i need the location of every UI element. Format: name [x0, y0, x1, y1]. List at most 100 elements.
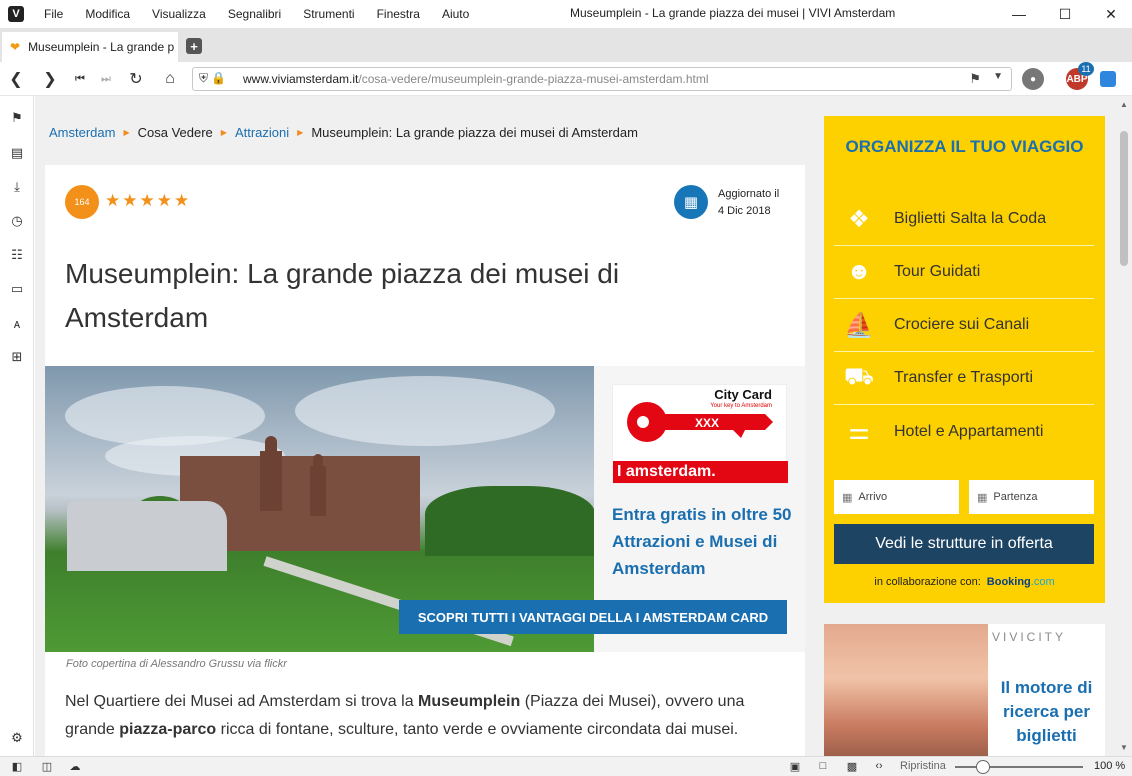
breadcrumb-separator-icon: ▶: [123, 128, 130, 137]
boat-icon: ⛵: [844, 311, 874, 339]
breadcrumb-attrazioni[interactable]: Attrazioni: [235, 125, 289, 140]
address-bar[interactable]: ⛨ 🔒 www.viviamsterdam.it /cosa-vedere/mu…: [192, 67, 1012, 91]
rating-count-badge: 164: [65, 185, 99, 219]
breadcrumb-amsterdam[interactable]: Amsterdam: [49, 125, 115, 140]
breadcrumb: Amsterdam ▶ Cosa Vedere ▶ Attrazioni ▶ M…: [49, 125, 638, 140]
minimize-button[interactable]: —: [996, 0, 1042, 28]
citycard-promo-text[interactable]: Entra gratis in oltre 50 Attrazioni e Mu…: [612, 501, 792, 582]
ad-text: Il motore di ricerca per biglietti: [1000, 678, 1093, 745]
photo-caption: Foto copertina di Alessandro Grussu via …: [66, 658, 287, 670]
cloud-sync-icon[interactable]: ☁: [68, 759, 82, 773]
rewind-icon[interactable]: ⏮: [70, 69, 90, 89]
iamsterdam-card-button[interactable]: SCOPRI TUTTI I VANTAGGI DELLA I AMSTERDA…: [399, 600, 787, 634]
scroll-up-icon[interactable]: ▲: [1120, 100, 1128, 109]
profile-avatar-icon[interactable]: ●: [1022, 68, 1044, 90]
home-icon[interactable]: ⌂: [160, 69, 180, 89]
camera-icon[interactable]: ▣: [788, 759, 802, 773]
menu-modifica[interactable]: Modifica: [74, 7, 141, 21]
reading-list-icon[interactable]: ▤: [9, 145, 25, 161]
collaboration-note: in collaborazione con: Booking.com: [874, 576, 1055, 588]
tab-museumplein[interactable]: ❤ Museumplein - La grande p: [2, 32, 178, 62]
translate-icon[interactable]: ᴀ: [9, 315, 25, 331]
extension-icon[interactable]: [1100, 71, 1116, 87]
tile-tabs-icon[interactable]: ◫: [40, 759, 54, 773]
widget-item-tickets[interactable]: ❖ Biglietti Salta la Coda: [834, 193, 1094, 246]
zoom-level: 100 %: [1094, 760, 1126, 772]
menu-aiuto[interactable]: Aiuto: [431, 7, 480, 21]
arrival-date-input[interactable]: ▦ Arrivo: [834, 480, 959, 514]
history-icon[interactable]: ◷: [9, 213, 25, 229]
window-panel-icon[interactable]: ▭: [9, 281, 25, 297]
add-panel-icon[interactable]: ⊞: [9, 349, 25, 365]
maximize-button[interactable]: ☐: [1042, 0, 1088, 28]
page-content: Amsterdam ▶ Cosa Vedere ▶ Attrazioni ▶ M…: [35, 96, 1116, 756]
calendar-small-icon: ▦: [842, 491, 853, 504]
citycard-title: City Card: [714, 387, 772, 402]
menu-finestra[interactable]: Finestra: [366, 7, 431, 21]
svg-text:XXX: XXX: [695, 416, 719, 430]
forward-icon[interactable]: ❯: [40, 69, 60, 89]
widget-item-tours[interactable]: ☻ Tour Guidati: [834, 246, 1094, 299]
chevron-down-icon[interactable]: ▼: [993, 71, 1003, 82]
code-icon[interactable]: ‹›: [872, 759, 886, 773]
scroll-thumb[interactable]: [1120, 131, 1128, 266]
rating-stars: ★★★★★: [105, 191, 192, 210]
shield-lock-icon[interactable]: ⛨ 🔒: [199, 71, 226, 86]
vivicity-ad[interactable]: VIVICITY Il motore di ricerca per biglie…: [824, 624, 1105, 756]
departure-date-input[interactable]: ▦ Partenza: [969, 480, 1094, 514]
booking-logo[interactable]: Booking.com: [987, 576, 1055, 588]
citycard-logo[interactable]: XXX City Card Your key to Amsterdam I am…: [612, 384, 788, 484]
notes-icon[interactable]: ☷: [9, 247, 25, 263]
menu-strumenti[interactable]: Strumenti: [292, 7, 365, 21]
page-title: Museumplein: La grande piazza dei musei …: [65, 258, 620, 333]
widget-item-cruises[interactable]: ⛵ Crociere sui Canali: [834, 299, 1094, 352]
window-title: Museumplein - La grande piazza dei musei…: [570, 6, 896, 20]
page-tiling-icon[interactable]: □: [816, 759, 830, 773]
calendar-icon: ▦: [674, 185, 708, 219]
widget-item-transfer[interactable]: ⛟ Transfer e Trasporti: [834, 352, 1094, 405]
tab-label: Museumplein - La grande p: [28, 40, 175, 54]
bookmarks-panel-icon[interactable]: ⚑: [9, 110, 25, 126]
tab-bar: ❤ Museumplein - La grande p: [0, 28, 1132, 62]
menu-file[interactable]: File: [32, 7, 74, 21]
trip-planner-widget: ORGANIZZA IL TUO VIAGGIO ❖ Biglietti Sal…: [824, 116, 1105, 603]
heart-favicon-icon: ❤: [10, 40, 21, 54]
widget-item-hotels[interactable]: ⚌ Hotel e Appartamenti: [834, 405, 1094, 458]
image-toggle-icon[interactable]: ▩: [845, 759, 859, 773]
back-icon[interactable]: ❮: [6, 69, 26, 89]
bookmark-icon[interactable]: ⚑: [969, 71, 981, 87]
breadcrumb-cosa-vedere[interactable]: Cosa Vedere: [138, 125, 213, 140]
zoom-slider[interactable]: [955, 766, 1083, 768]
calendar-small-icon: ▦: [977, 491, 988, 504]
iamsterdam-brand: I amsterdam.: [613, 461, 788, 483]
menu-segnalibri[interactable]: Segnalibri: [217, 7, 292, 21]
new-tab-button[interactable]: +: [186, 38, 202, 54]
breadcrumb-separator-icon: ▶: [220, 128, 227, 137]
vivaldi-logo-icon[interactable]: V: [8, 6, 24, 22]
close-window-button[interactable]: ✕: [1088, 0, 1132, 28]
vertical-scrollbar[interactable]: ▲ ▼: [1116, 96, 1132, 756]
breadcrumb-separator-icon: ▶: [297, 128, 304, 137]
ticket-icon: ❖: [848, 205, 870, 233]
group-icon: ☻: [846, 258, 872, 285]
updated-label: Aggiornato il: [718, 188, 780, 200]
scroll-down-icon[interactable]: ▼: [1120, 743, 1128, 752]
menu-visualizza[interactable]: Visualizza: [141, 7, 217, 21]
menu-bar: V File Modifica Visualizza Segnalibri St…: [0, 0, 1132, 28]
intro-paragraph: Nel Quartiere dei Musei ad Amsterdam si …: [65, 693, 745, 738]
widget-title: ORGANIZZA IL TUO VIAGGIO: [845, 137, 1084, 156]
citycard-subtitle: Your key to Amsterdam: [710, 403, 772, 409]
updated-info: Aggiornato il 4 Dic 2018: [718, 186, 798, 220]
panel-toggle-icon[interactable]: ◧: [10, 759, 24, 773]
settings-gear-icon[interactable]: ⚙: [9, 730, 25, 746]
reload-icon[interactable]: ↻: [126, 69, 146, 89]
zoom-slider-handle[interactable]: [976, 760, 990, 774]
navigation-bar: ❮ ❯ ⏮ ⏭ ↻ ⌂ ⛨ 🔒 www.viviamsterdam.it /co…: [0, 62, 1132, 96]
vivicity-logo: VIVICITY: [992, 630, 1067, 644]
see-offers-button[interactable]: Vedi le strutture in offerta: [834, 524, 1094, 564]
reset-zoom-label[interactable]: Ripristina: [900, 760, 946, 772]
fast-forward-icon[interactable]: ⏭: [96, 69, 116, 89]
breadcrumb-current: Museumplein: La grande piazza dei musei …: [311, 125, 638, 140]
downloads-icon[interactable]: ⤓: [9, 179, 25, 195]
updated-date: 4 Dic 2018: [718, 205, 771, 217]
